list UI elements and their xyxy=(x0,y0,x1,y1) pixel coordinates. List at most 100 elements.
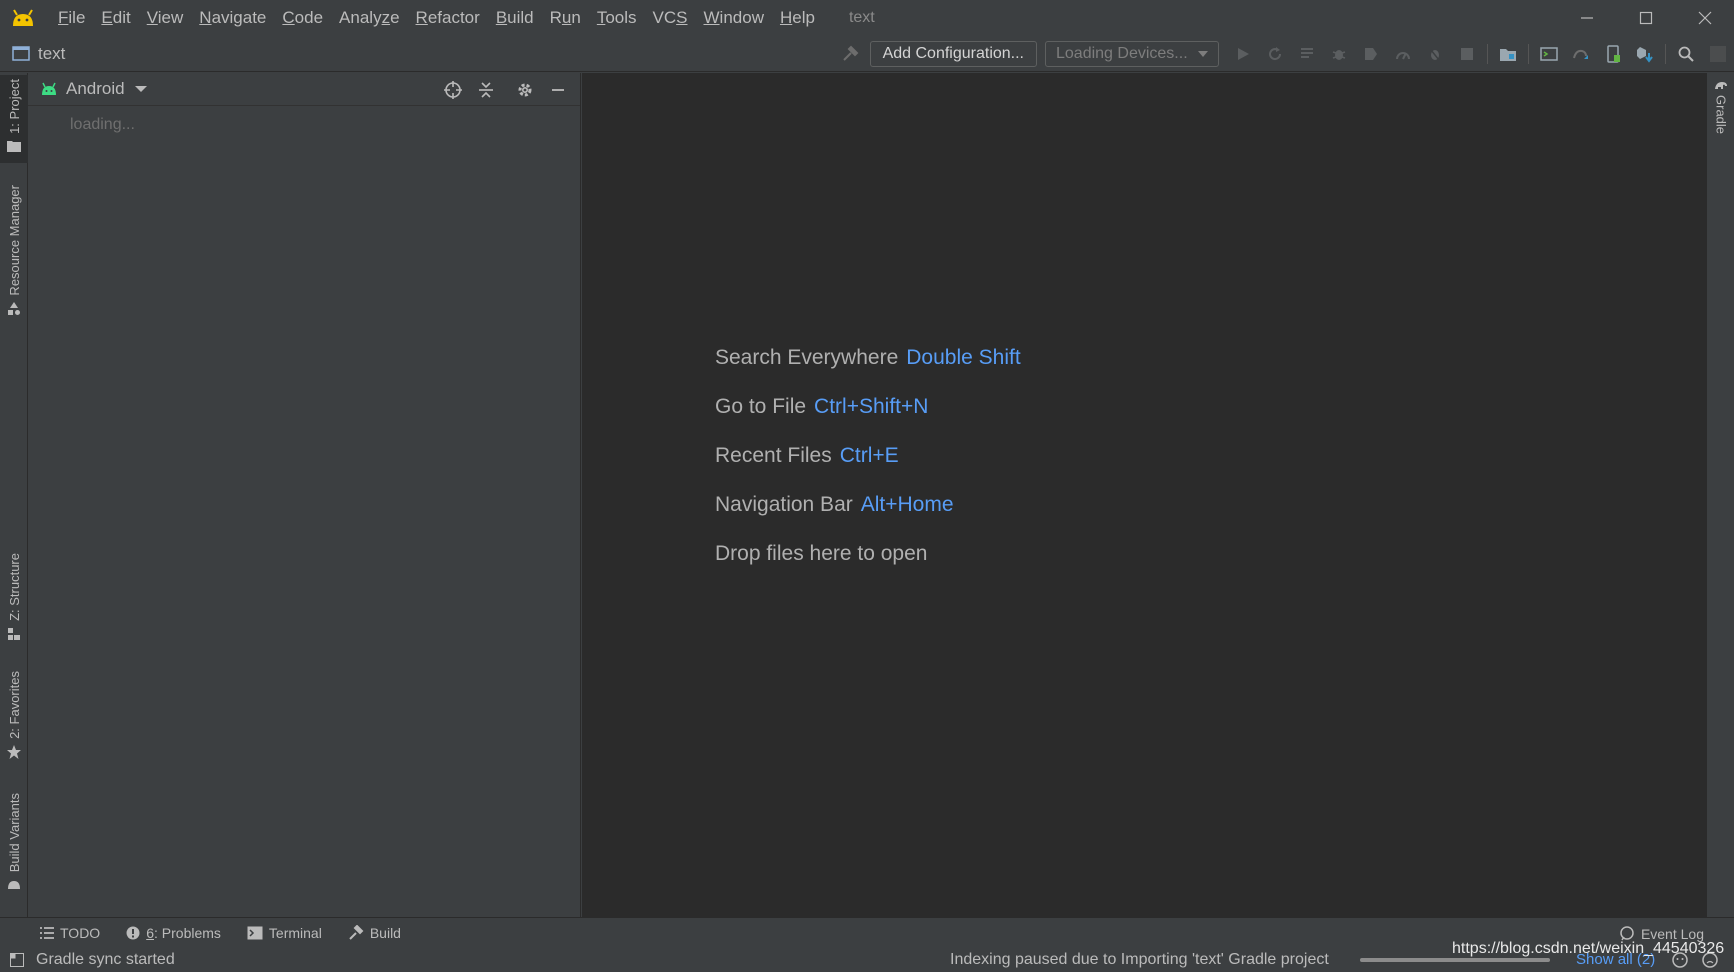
watermark-url: https://blog.csdn.net/weixin_44540326 xyxy=(1452,940,1725,957)
tab-favorites[interactable]: 2: Favorites xyxy=(0,671,28,767)
hammer-icon xyxy=(349,925,364,940)
editor-area[interactable]: Search Everywhere Double Shift Go to File… xyxy=(582,73,1706,917)
toggle-tool-windows-icon[interactable] xyxy=(10,953,24,967)
stop-icon xyxy=(1461,48,1473,60)
panel-settings-button[interactable] xyxy=(508,73,541,106)
minimize-icon xyxy=(1580,17,1593,19)
close-button[interactable] xyxy=(1675,0,1734,36)
menu-vcs[interactable]: VCS xyxy=(645,0,696,36)
run-with-coverage-button[interactable] xyxy=(1355,36,1387,72)
tab-resource-manager-label: Resource Manager xyxy=(6,185,22,296)
add-configuration-button[interactable]: Add Configuration... xyxy=(869,41,1037,67)
tab-build[interactable]: Build xyxy=(342,918,407,949)
phone-icon xyxy=(1607,45,1620,63)
device-manager-button[interactable] xyxy=(1597,36,1629,72)
left-tool-strip: 1: Project Resource Manager Z: Structure… xyxy=(0,73,28,917)
project-view-selector[interactable]: Android xyxy=(40,79,147,99)
apply-code-changes-icon xyxy=(1301,48,1313,58)
sync-gradle-button[interactable] xyxy=(1565,36,1597,72)
tab-resource-manager[interactable]: Resource Manager xyxy=(0,185,28,325)
tab-build-variants-label: Build Variants xyxy=(6,793,22,873)
hint-drop-files: Drop files here to open xyxy=(715,542,928,565)
debug-button[interactable] xyxy=(1323,36,1355,72)
collapse-all-button[interactable] xyxy=(469,73,502,106)
window-controls xyxy=(1557,0,1734,36)
project-window-icon xyxy=(12,45,30,61)
elephant-icon xyxy=(1715,82,1727,89)
tab-todo[interactable]: TODO xyxy=(34,918,106,949)
avd-manager-button[interactable] xyxy=(1533,36,1565,72)
hint-go-to-file: Go to File Ctrl+Shift+N xyxy=(715,395,929,418)
tab-gradle[interactable]: Gradle xyxy=(1707,79,1734,149)
menu-bar: File Edit View Navigate Code Analyze Ref… xyxy=(0,0,1734,36)
tab-build-variants[interactable]: Build Variants xyxy=(0,793,28,903)
tab-project-label: 1: Project xyxy=(6,79,22,134)
project-breadcrumb[interactable]: text xyxy=(12,44,65,64)
menu-view[interactable]: View xyxy=(139,0,192,36)
main-toolbar: text Add Configuration... Loading Device… xyxy=(0,36,1734,72)
tab-build-label: Build xyxy=(369,925,401,941)
square-icon xyxy=(1710,46,1726,62)
crosshair-icon xyxy=(443,80,462,99)
android-studio-logo-icon xyxy=(13,9,33,26)
tab-terminal[interactable]: Terminal xyxy=(241,918,328,949)
make-project-button[interactable] xyxy=(834,36,866,72)
menu-tools[interactable]: Tools xyxy=(589,0,645,36)
menu-file[interactable]: File xyxy=(50,0,93,36)
device-selector[interactable]: Loading Devices... xyxy=(1045,41,1219,67)
sdk-manager-button[interactable] xyxy=(1629,36,1661,72)
right-tool-strip: Gradle xyxy=(1706,73,1734,917)
ide-features-button[interactable] xyxy=(1702,36,1734,72)
hide-panel-button[interactable] xyxy=(541,73,574,106)
tab-project[interactable]: 1: Project xyxy=(0,75,28,163)
device-selector-label: Loading Devices... xyxy=(1056,45,1188,62)
run-button[interactable] xyxy=(1227,36,1259,72)
maximize-icon xyxy=(1639,11,1652,25)
apply-changes-button[interactable] xyxy=(1259,36,1291,72)
apply-code-changes-button[interactable] xyxy=(1291,36,1323,72)
minimize-icon xyxy=(551,88,564,91)
menu-run[interactable]: Run xyxy=(542,0,589,36)
tab-favorites-label: 2: Favorites xyxy=(6,671,22,739)
android-icon xyxy=(42,82,56,95)
hammer-icon xyxy=(842,45,858,61)
status-left: Gradle sync started xyxy=(10,951,175,969)
chevron-down-icon xyxy=(1198,51,1208,57)
maximize-button[interactable] xyxy=(1616,0,1675,36)
stop-button[interactable] xyxy=(1451,36,1483,72)
menu-navigate[interactable]: Navigate xyxy=(191,0,274,36)
close-icon xyxy=(1698,11,1711,25)
menu-analyze[interactable]: Analyze xyxy=(331,0,408,36)
tab-problems[interactable]: 6: Problems xyxy=(120,918,227,949)
ide-window: File Edit View Navigate Code Analyze Ref… xyxy=(0,0,1734,972)
project-name: text xyxy=(38,43,66,63)
editor-empty-hints: Search Everywhere Double Shift Go to File… xyxy=(715,343,1021,588)
attach-debugger-button[interactable] xyxy=(1419,36,1451,72)
menu-refactor[interactable]: Refactor xyxy=(408,0,488,36)
project-structure-icon xyxy=(1500,49,1516,61)
list-icon xyxy=(40,927,54,939)
hint-search-everywhere: Search Everywhere Double Shift xyxy=(715,346,1021,369)
menu-edit[interactable]: Edit xyxy=(93,0,138,36)
project-view-label: Android xyxy=(66,79,125,98)
menu-code[interactable]: Code xyxy=(274,0,331,36)
project-structure-button[interactable] xyxy=(1492,36,1524,72)
profile-button[interactable] xyxy=(1387,36,1419,72)
info-icon xyxy=(126,926,140,940)
locate-file-button[interactable] xyxy=(436,73,469,106)
toolbar-separator xyxy=(1528,44,1529,64)
tab-gradle-label: Gradle xyxy=(1713,95,1729,135)
window-title: text xyxy=(848,9,875,26)
project-panel: Android loading... xyxy=(28,73,581,917)
chevron-down-icon xyxy=(134,86,147,92)
tab-structure[interactable]: Z: Structure xyxy=(0,553,28,649)
indexing-status: Indexing paused due to Importing 'text' … xyxy=(950,951,1329,968)
toolbar-separator xyxy=(1665,44,1666,64)
tab-problems-label: 6: Problems xyxy=(146,925,221,941)
menu-build[interactable]: Build xyxy=(488,0,542,36)
menu-window[interactable]: Window xyxy=(696,0,772,36)
search-everywhere-button[interactable] xyxy=(1670,36,1702,72)
structure-icon xyxy=(8,627,20,640)
minimize-button[interactable] xyxy=(1557,0,1616,36)
menu-help[interactable]: Help xyxy=(772,0,823,36)
